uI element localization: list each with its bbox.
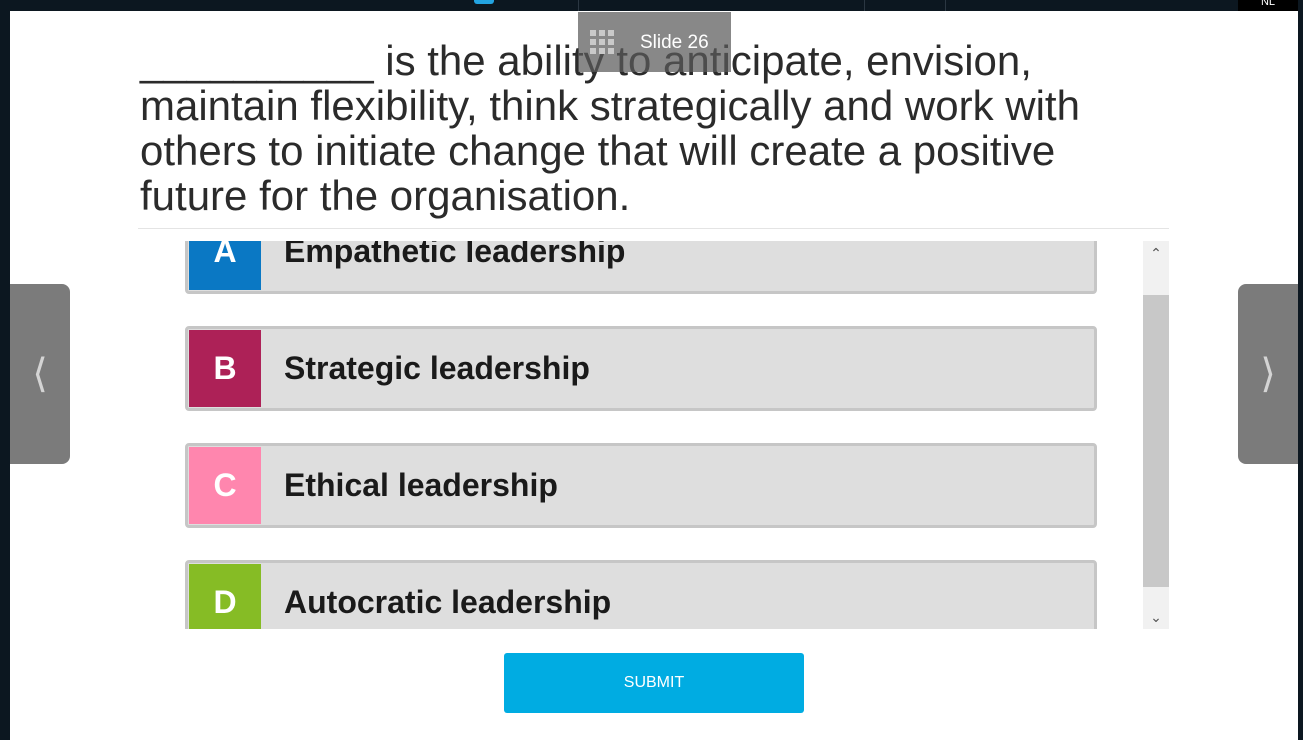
- option-letter: D: [189, 564, 261, 629]
- options-scrollbar[interactable]: ⌃ ⌄: [1143, 241, 1169, 629]
- chevron-left-icon: ⟨: [32, 352, 48, 396]
- frame-right: [1298, 11, 1303, 740]
- option-text: Autocratic leadership: [284, 584, 612, 620]
- answer-options: A Empathetic leadership B Strategic lead…: [185, 241, 1100, 629]
- submit-button[interactable]: SUBMIT: [504, 653, 804, 713]
- option-c[interactable]: C Ethical leadership: [185, 443, 1097, 528]
- slide-number: Slide 26: [640, 32, 709, 53]
- chevron-right-icon: ⟩: [1260, 352, 1276, 396]
- option-a[interactable]: A Empathetic leadership: [185, 241, 1097, 294]
- previous-slide-button[interactable]: ⟨: [10, 284, 70, 464]
- top-bar-divider: [864, 0, 865, 11]
- option-b[interactable]: B Strategic leadership: [185, 326, 1097, 411]
- scrollbar-thumb[interactable]: [1143, 295, 1169, 587]
- top-bar-accent: [474, 0, 494, 4]
- frame-left: [0, 11, 10, 740]
- chevron-down-icon[interactable]: ⌄: [1143, 607, 1169, 627]
- option-text: Empathetic leadership: [284, 241, 626, 269]
- next-slide-button[interactable]: ⟩: [1238, 284, 1298, 464]
- option-text: Ethical leadership: [284, 467, 558, 503]
- option-letter: C: [189, 447, 261, 524]
- top-bar-divider: [945, 0, 946, 11]
- top-bar: NL: [0, 0, 1303, 11]
- option-text: Strategic leadership: [284, 350, 590, 386]
- option-d[interactable]: D Autocratic leadership: [185, 560, 1097, 629]
- option-letter: B: [189, 330, 261, 407]
- chevron-up-icon[interactable]: ⌃: [1143, 243, 1169, 263]
- grid-icon: [590, 30, 614, 54]
- option-letter: A: [189, 241, 261, 290]
- top-bar-divider: [578, 0, 579, 11]
- language-selector[interactable]: NL: [1238, 0, 1298, 11]
- slide-indicator[interactable]: Slide 26: [578, 12, 731, 72]
- question-divider: [138, 228, 1169, 229]
